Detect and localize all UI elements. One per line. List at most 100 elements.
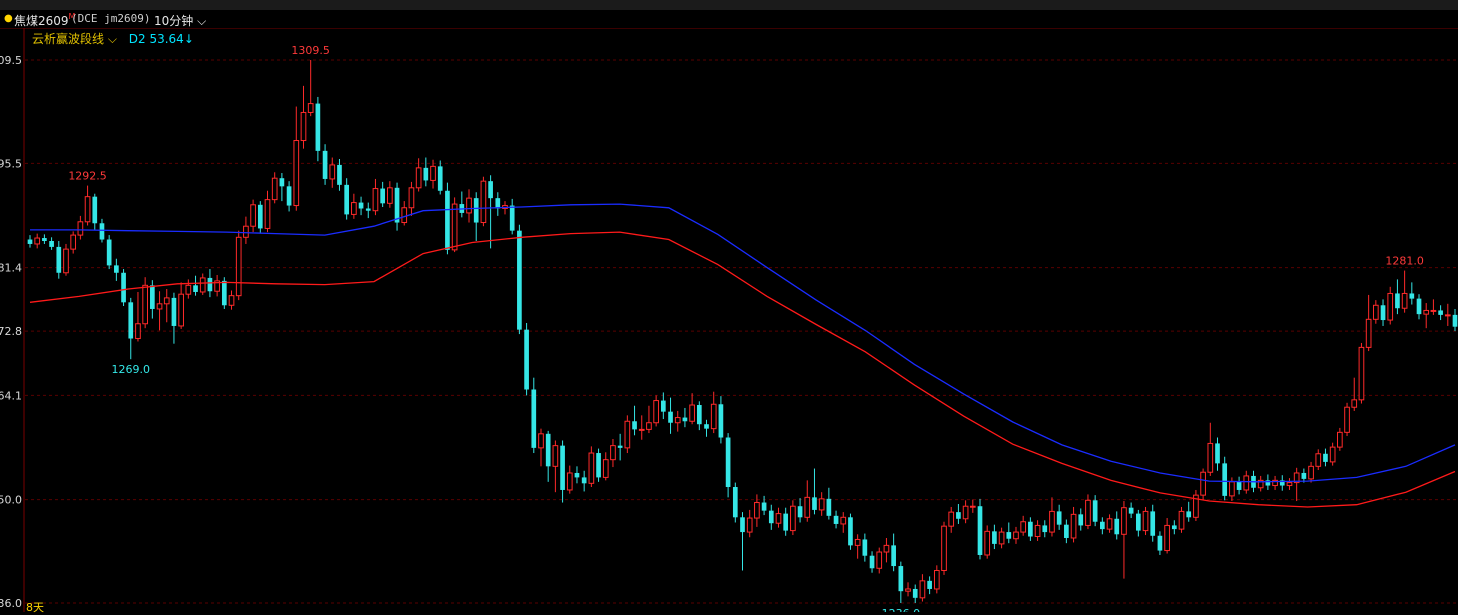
candle-body xyxy=(969,505,976,508)
candle-body xyxy=(956,512,961,519)
candle xyxy=(1215,437,1220,471)
candle xyxy=(668,397,673,434)
candle-body xyxy=(998,531,1005,545)
y-tick-label: 1281.4 xyxy=(0,262,22,275)
candle xyxy=(1279,475,1285,491)
candle xyxy=(818,492,825,516)
candle xyxy=(1329,442,1336,466)
candle-body xyxy=(1020,521,1027,533)
candle-body xyxy=(840,516,847,525)
candle-body xyxy=(1380,305,1386,321)
candle-body xyxy=(689,404,695,422)
candle xyxy=(826,487,832,520)
candle-body xyxy=(344,184,350,215)
candle-body xyxy=(1034,524,1041,538)
candle-body xyxy=(56,246,62,273)
candle-body xyxy=(948,511,955,527)
candle-body xyxy=(891,545,896,567)
candle-body xyxy=(718,404,724,438)
candle xyxy=(34,233,41,249)
candle xyxy=(1020,515,1027,536)
candle xyxy=(1049,497,1055,537)
candle-body xyxy=(783,513,789,531)
candle xyxy=(264,190,271,233)
candle-body xyxy=(106,239,112,266)
candle-body xyxy=(732,487,738,518)
candle-body xyxy=(1178,510,1185,530)
candle xyxy=(812,468,817,515)
candle xyxy=(142,277,148,329)
candle xyxy=(185,279,192,299)
candle xyxy=(1013,526,1019,544)
candlestick-chart[interactable]: 1309.5 1295.5 1281.4 1272.8 1264.1 1250.0 1236… xyxy=(0,0,1458,612)
candle-body xyxy=(1329,446,1336,463)
candle xyxy=(1135,509,1141,537)
candle xyxy=(1028,517,1033,541)
candle xyxy=(790,500,796,536)
candle xyxy=(710,391,717,434)
candle-body xyxy=(1423,309,1430,315)
candle xyxy=(638,415,645,440)
candle-body xyxy=(638,428,645,431)
candle xyxy=(1293,467,1300,502)
candle xyxy=(408,181,415,216)
candle xyxy=(1430,299,1437,315)
candle xyxy=(365,202,371,219)
candle-body xyxy=(531,389,537,448)
candle xyxy=(775,507,782,528)
candle xyxy=(984,525,991,559)
candle xyxy=(27,235,33,248)
candle-body xyxy=(632,421,637,430)
candle-body xyxy=(185,284,192,295)
candle xyxy=(1164,518,1170,554)
candle-body xyxy=(394,187,400,223)
y-tick-label: 1309.5 xyxy=(0,54,22,67)
candle-body xyxy=(927,580,932,589)
candle-body xyxy=(602,459,609,478)
candle-body xyxy=(574,472,580,478)
candle-body xyxy=(250,204,256,227)
candle-body xyxy=(1049,510,1055,533)
candle-body xyxy=(919,580,926,599)
candle-body xyxy=(92,196,98,224)
candle-body xyxy=(329,164,336,180)
candle-body xyxy=(423,167,429,181)
candle-body xyxy=(826,498,832,516)
candle-body xyxy=(696,405,702,425)
candle xyxy=(1272,475,1278,490)
candle xyxy=(1416,294,1422,320)
candle-body xyxy=(264,199,271,229)
candle-body xyxy=(121,272,126,303)
candle-body xyxy=(1243,475,1250,491)
price-annotation: 1269.0 xyxy=(112,363,151,376)
candle-body xyxy=(1387,292,1394,321)
candle xyxy=(718,396,724,444)
candle-body xyxy=(135,323,141,340)
candle-body xyxy=(854,538,861,546)
candle-body xyxy=(1028,521,1033,537)
candle-body xyxy=(365,208,371,211)
candle xyxy=(1452,308,1458,332)
price-annotation: 1236.0 xyxy=(882,607,921,612)
candle-body xyxy=(833,515,839,524)
candle xyxy=(566,465,573,494)
candle-body xyxy=(876,551,883,569)
candle xyxy=(63,243,69,276)
candle xyxy=(199,273,206,295)
candle xyxy=(56,241,62,279)
candle-body xyxy=(812,497,817,510)
candle xyxy=(488,175,493,249)
candle xyxy=(430,159,436,189)
candle xyxy=(1301,468,1307,483)
candle-body xyxy=(228,295,235,306)
candle xyxy=(473,192,479,241)
candle-body xyxy=(862,539,868,556)
candle-body xyxy=(150,285,155,309)
candle xyxy=(956,504,961,524)
candle-body xyxy=(1013,531,1019,540)
ma-blue-line xyxy=(30,203,1456,483)
candle xyxy=(401,201,408,226)
candle xyxy=(840,512,847,533)
candle-body xyxy=(77,221,84,236)
candle xyxy=(740,512,745,571)
